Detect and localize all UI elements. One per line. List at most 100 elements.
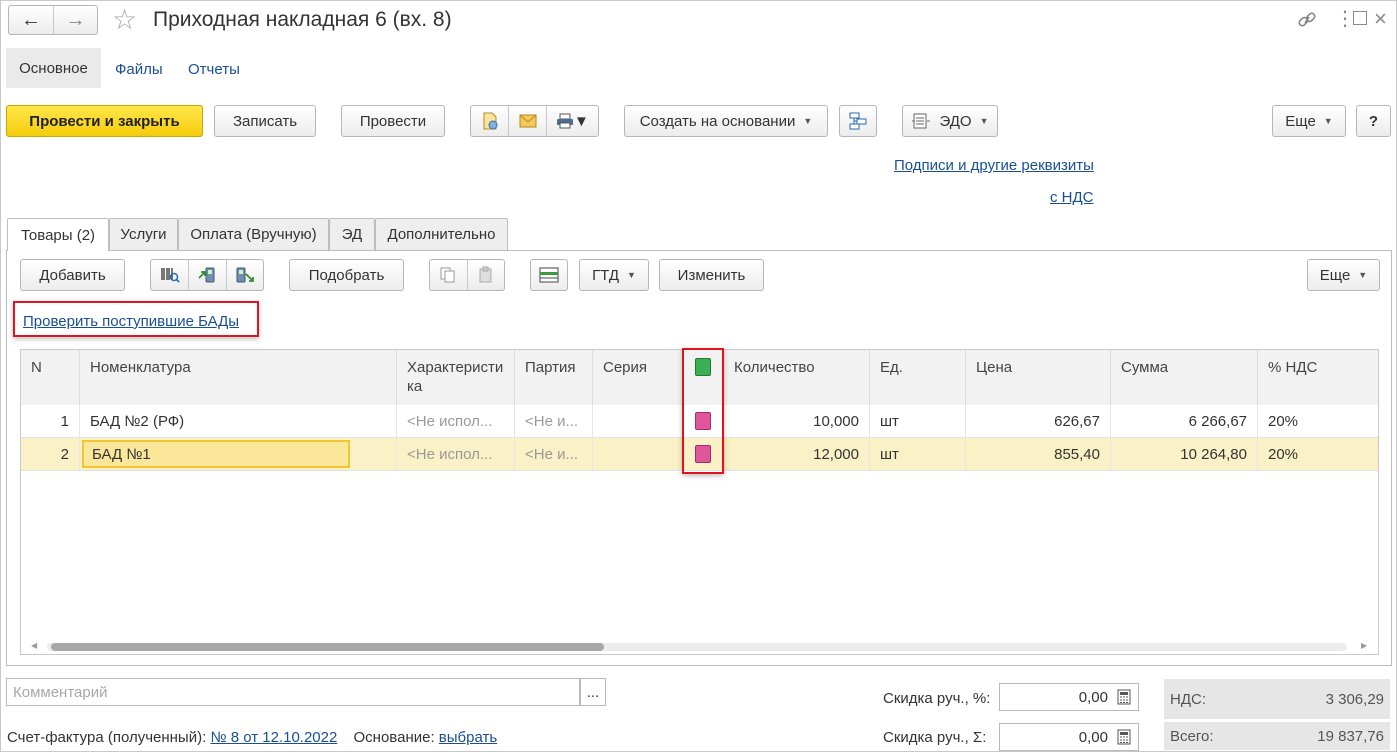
row-quantity[interactable]: 10,000 — [724, 405, 870, 437]
edo-label: ЭДО — [939, 112, 972, 130]
create-based-button[interactable]: Создать на основании ▼ — [624, 105, 828, 137]
column-header-item[interactable]: Номенклатура — [80, 350, 397, 405]
structure-icon — [849, 112, 867, 130]
comment-placeholder: Комментарий — [13, 683, 108, 701]
tab-goods[interactable]: Товары (2) — [7, 218, 109, 251]
arrow-left-icon: ← — [20, 9, 41, 31]
tab-services[interactable]: Услуги — [109, 218, 178, 250]
row-price[interactable]: 855,40 — [966, 438, 1111, 470]
gtd-button[interactable]: ГТД ▼ — [579, 259, 649, 291]
comment-input[interactable]: Комментарий — [6, 678, 580, 706]
basis-label: Основание: — [353, 729, 435, 746]
post-and-close-button[interactable]: Провести и закрыть — [6, 105, 203, 137]
nav-tab-main[interactable]: Основное — [6, 48, 101, 88]
check-bads-highlight — [13, 301, 259, 337]
grand-total-label: Всего: — [1170, 727, 1214, 745]
discount-sum-input[interactable]: 0,00 — [999, 723, 1139, 751]
clipboard-toolbar-group — [429, 259, 505, 291]
vat-total-box: НДС: 3 306,29 — [1164, 679, 1390, 719]
column-header-series[interactable]: Серия — [593, 350, 683, 405]
invoice-link[interactable]: № 8 от 12.10.2022 — [210, 729, 337, 746]
row-vat[interactable]: 20% — [1258, 405, 1378, 437]
back-button[interactable]: ← — [9, 6, 53, 34]
row-characteristic[interactable]: <Не испол... — [397, 438, 515, 470]
signatures-link[interactable]: Подписи и другие реквизиты — [894, 157, 1094, 174]
nav-tab-files[interactable]: Файлы — [115, 61, 163, 78]
row-quantity[interactable]: 12,000 — [724, 438, 870, 470]
add-row-button[interactable]: Добавить — [20, 259, 125, 291]
page-title: Приходная накладная 6 (вх. 8) — [153, 8, 452, 31]
row-series[interactable] — [593, 405, 683, 437]
row-vat[interactable]: 20% — [1258, 438, 1378, 470]
column-header-batch[interactable]: Партия — [515, 350, 593, 405]
row-characteristic[interactable]: <Не испол... — [397, 405, 515, 437]
structure-button[interactable] — [839, 105, 877, 137]
barcode-icon — [161, 268, 180, 283]
row-price[interactable]: 626,67 — [966, 405, 1111, 437]
chevron-down-icon: ▼ — [1358, 270, 1368, 280]
basis-link[interactable]: выбрать — [439, 729, 497, 746]
scroll-left-icon[interactable]: ◀ — [31, 641, 37, 650]
change-button[interactable]: Изменить — [659, 259, 764, 291]
row-sum[interactable]: 10 264,80 — [1111, 438, 1258, 470]
report-button[interactable] — [471, 106, 508, 136]
row-number: 1 — [21, 405, 80, 437]
column-header-unit[interactable]: Ед. — [870, 350, 966, 405]
envelope-icon — [519, 114, 537, 128]
pick-button[interactable]: Подобрать — [289, 259, 404, 291]
row-number: 2 — [21, 438, 80, 470]
favorite-star-icon[interactable]: ☆ — [112, 3, 137, 37]
chevron-down-icon: ▼ — [979, 116, 989, 126]
row-item[interactable]: БАД №2 (РФ) — [80, 405, 397, 437]
more-button[interactable]: Еще ▼ — [1272, 105, 1346, 137]
table-fill-icon — [539, 267, 559, 283]
tab-payment[interactable]: Оплата (Вручную) — [178, 218, 329, 250]
print-button[interactable]: ▼ — [545, 106, 598, 136]
edo-icon — [912, 113, 931, 129]
maximize-icon[interactable] — [1353, 11, 1367, 25]
calculator-icon[interactable] — [1117, 689, 1131, 705]
tab-ed[interactable]: ЭД — [329, 218, 375, 250]
column-header-quantity[interactable]: Количество — [724, 350, 870, 405]
edo-button[interactable]: ЭДО ▼ — [902, 105, 998, 137]
save-button[interactable]: Записать — [214, 105, 316, 137]
create-based-label: Создать на основании — [639, 112, 796, 130]
paste-rows-button[interactable] — [466, 260, 504, 290]
column-header-sum[interactable]: Сумма — [1111, 350, 1258, 405]
calculator-icon[interactable] — [1117, 729, 1131, 745]
column-header-vat[interactable]: % НДС — [1258, 350, 1378, 405]
row-batch[interactable]: <Не и... — [515, 438, 593, 470]
help-button[interactable]: ? — [1356, 105, 1391, 137]
row-batch[interactable]: <Не и... — [515, 405, 593, 437]
column-header-characteristic[interactable]: Характеристика — [397, 350, 515, 405]
fill-button[interactable] — [530, 259, 568, 291]
vat-mode-link[interactable]: с НДС — [1050, 189, 1094, 206]
tab-additional[interactable]: Дополнительно — [375, 218, 508, 250]
column-header-n[interactable]: N — [21, 350, 80, 405]
column-header-price[interactable]: Цена — [966, 350, 1111, 405]
close-icon[interactable]: × — [1374, 2, 1387, 36]
scanner-export-icon — [236, 267, 254, 283]
copy-rows-button[interactable] — [430, 260, 467, 290]
comment-expand-button[interactable]: ... — [580, 678, 606, 706]
row-unit[interactable]: шт — [870, 405, 966, 437]
link-icon[interactable] — [1296, 10, 1318, 30]
row-item-active-cell[interactable]: БАД №1 — [82, 440, 350, 468]
forward-button[interactable]: → — [52, 6, 97, 34]
row-item[interactable]: БАД №1 — [80, 438, 397, 470]
row-unit[interactable]: шт — [870, 438, 966, 470]
nav-tab-reports[interactable]: Отчеты — [188, 61, 240, 78]
data-collection-button[interactable] — [188, 260, 225, 290]
post-button[interactable]: Провести — [341, 105, 445, 137]
menu-dots-icon[interactable]: ⋮ — [1335, 4, 1355, 34]
row-series[interactable] — [593, 438, 683, 470]
row-sum[interactable]: 6 266,67 — [1111, 405, 1258, 437]
email-button[interactable] — [508, 106, 545, 136]
barcode-search-button[interactable] — [151, 260, 188, 290]
discount-percent-input[interactable]: 0,00 — [999, 683, 1139, 711]
data-export-button[interactable] — [225, 260, 263, 290]
discount-percent-value: 0,00 — [1078, 688, 1108, 706]
scroll-right-icon[interactable]: ▶ — [1361, 641, 1367, 650]
horizontal-scrollbar-thumb[interactable] — [51, 643, 604, 651]
goods-more-button[interactable]: Еще ▼ — [1307, 259, 1380, 291]
